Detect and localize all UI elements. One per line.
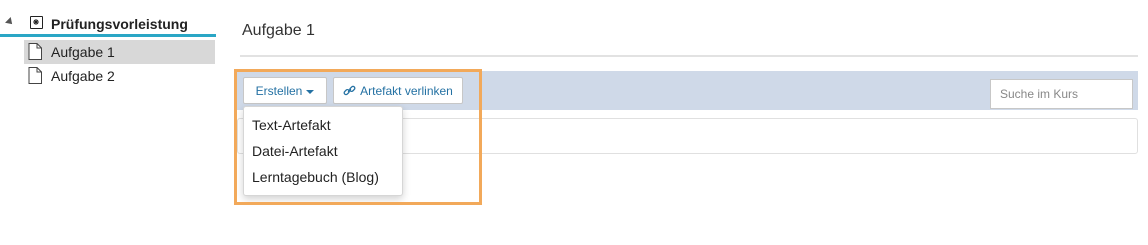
search-input[interactable]	[990, 79, 1133, 109]
tree-item-aufgabe-1[interactable]: Aufgabe 1	[24, 40, 215, 64]
course-node-icon	[30, 16, 43, 29]
document-icon	[28, 67, 42, 89]
title-divider	[240, 55, 1138, 57]
tree-root-label: Prüfungsvorleistung	[51, 16, 188, 32]
link-artifact-button[interactable]: Artefakt verlinken	[333, 77, 463, 104]
toolbar: Erstellen Artefakt verlinken	[237, 71, 1138, 110]
menu-item-text-artifact[interactable]: Text-Artefakt	[252, 117, 331, 133]
tree-item-label: Aufgabe 1	[51, 44, 115, 60]
expand-triangle-icon[interactable]	[5, 17, 15, 27]
tree-root-node[interactable]: Prüfungsvorleistung	[0, 13, 216, 37]
document-icon	[28, 43, 42, 65]
page-title: Aufgabe 1	[242, 22, 315, 39]
caret-down-icon	[306, 89, 315, 94]
link-icon	[343, 85, 356, 96]
menu-item-file-artifact[interactable]: Datei-Artefakt	[252, 143, 338, 159]
tree-item-aufgabe-2[interactable]: Aufgabe 2	[24, 64, 215, 88]
create-dropdown-menu: Text-Artefakt Datei-Artefakt Lerntagebuc…	[243, 106, 403, 196]
create-button-label: Erstellen	[255, 83, 303, 98]
sidebar-tree: Prüfungsvorleistung Aufgabe 1 Aufgabe 2	[0, 0, 216, 245]
create-button[interactable]: Erstellen	[243, 77, 327, 104]
link-artifact-label: Artefakt verlinken	[360, 83, 453, 98]
menu-item-learning-journal[interactable]: Lerntagebuch (Blog)	[252, 169, 379, 185]
tree-item-label: Aufgabe 2	[51, 68, 115, 84]
